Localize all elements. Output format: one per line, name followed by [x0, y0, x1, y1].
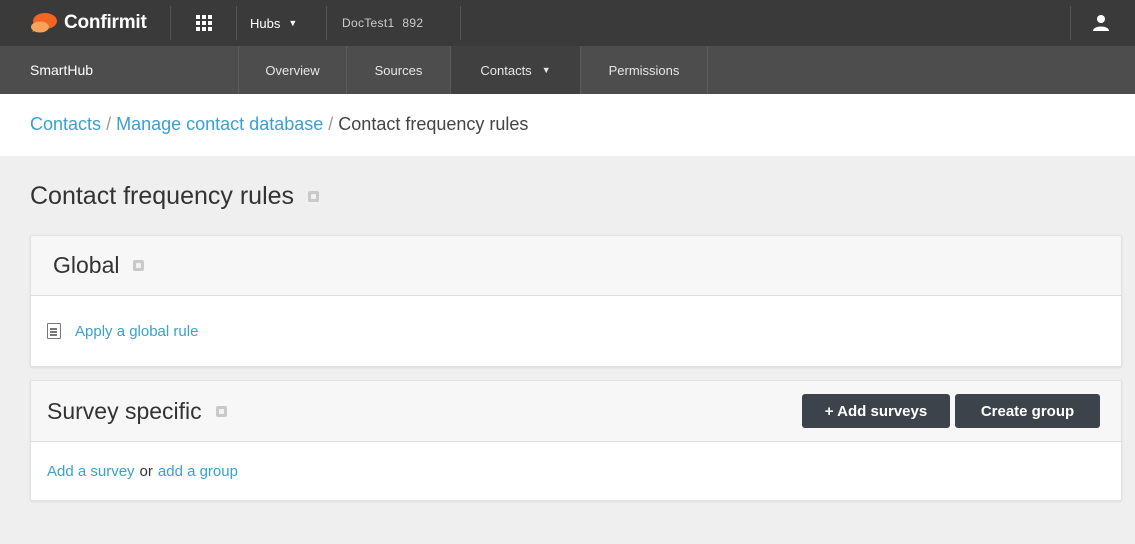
- tab-label: Overview: [265, 62, 320, 78]
- help-icon[interactable]: [215, 405, 227, 417]
- tab-contacts[interactable]: Contacts ▼: [450, 46, 580, 94]
- tab-permissions[interactable]: Permissions: [580, 46, 708, 94]
- create-group-button[interactable]: Create group: [955, 394, 1100, 428]
- user-icon: [1093, 15, 1109, 31]
- apps-button[interactable]: [192, 0, 216, 46]
- apply-global-rule-link[interactable]: Apply a global rule: [75, 323, 198, 340]
- add-a-group-link[interactable]: add a group: [158, 463, 238, 480]
- divider: [326, 6, 327, 40]
- page-title: Contact frequency rules: [30, 182, 320, 211]
- tab-label: Contacts: [480, 62, 532, 78]
- nav-brand[interactable]: SmartHub: [30, 46, 93, 94]
- divider: [460, 6, 461, 40]
- apps-grid-icon: [196, 15, 212, 31]
- tab-label: Permissions: [608, 62, 680, 78]
- global-panel-body: Apply a global rule: [31, 296, 1121, 366]
- document-name: DocTest1: [342, 16, 395, 30]
- tab-overview[interactable]: Overview: [238, 46, 346, 94]
- breadcrumb: Contacts / Manage contact database / Con…: [30, 114, 528, 135]
- survey-panel-header: Survey specific + Add surveys Create gro…: [31, 381, 1121, 442]
- breadcrumb-bar: Contacts / Manage contact database / Con…: [0, 94, 1135, 156]
- or-text: or: [139, 462, 153, 480]
- tab-sources[interactable]: Sources: [346, 46, 450, 94]
- logo-text: Confirmit: [64, 12, 147, 33]
- breadcrumb-manage-contact-database[interactable]: Manage contact database: [116, 114, 323, 134]
- help-icon[interactable]: [133, 260, 145, 271]
- global-panel-header: Global: [31, 236, 1121, 296]
- divider: [236, 6, 237, 40]
- top-bar: Confirmit Hubs ▼ DocTest1 892: [0, 0, 1135, 46]
- document-icon: [47, 323, 61, 339]
- nav-bar: SmartHub Overview Sources Contacts ▼ Per…: [0, 46, 1135, 94]
- divider: [170, 6, 171, 40]
- confirmit-logo[interactable]: Confirmit: [28, 0, 147, 46]
- page-title-text: Contact frequency rules: [30, 182, 295, 210]
- current-document[interactable]: DocTest1 892: [342, 0, 423, 46]
- survey-panel-title: Survey specific: [47, 397, 202, 424]
- user-menu-button[interactable]: [1090, 0, 1112, 46]
- tab-label: Sources: [374, 62, 423, 78]
- survey-panel-body: Add a survey or add a group: [31, 442, 1121, 500]
- breadcrumb-contacts[interactable]: Contacts: [30, 114, 101, 134]
- add-surveys-button[interactable]: + Add surveys: [802, 394, 950, 428]
- chevron-down-icon: ▼: [288, 18, 298, 28]
- divider: [1070, 6, 1071, 40]
- global-panel: Global Apply a global rule: [30, 235, 1122, 367]
- add-a-survey-link[interactable]: Add a survey: [47, 463, 135, 480]
- confirmit-logo-icon: [31, 13, 57, 33]
- survey-specific-panel: Survey specific + Add surveys Create gro…: [30, 380, 1122, 501]
- breadcrumb-current: Contact frequency rules: [338, 114, 529, 134]
- global-panel-title: Global: [53, 252, 120, 278]
- help-icon[interactable]: [308, 191, 320, 202]
- chevron-down-icon: ▼: [541, 65, 551, 75]
- hubs-dropdown[interactable]: Hubs ▼: [250, 0, 297, 46]
- document-id: 892: [402, 16, 424, 30]
- breadcrumb-separator: /: [328, 114, 334, 134]
- breadcrumb-separator: /: [106, 114, 112, 134]
- hubs-label: Hubs: [250, 15, 281, 31]
